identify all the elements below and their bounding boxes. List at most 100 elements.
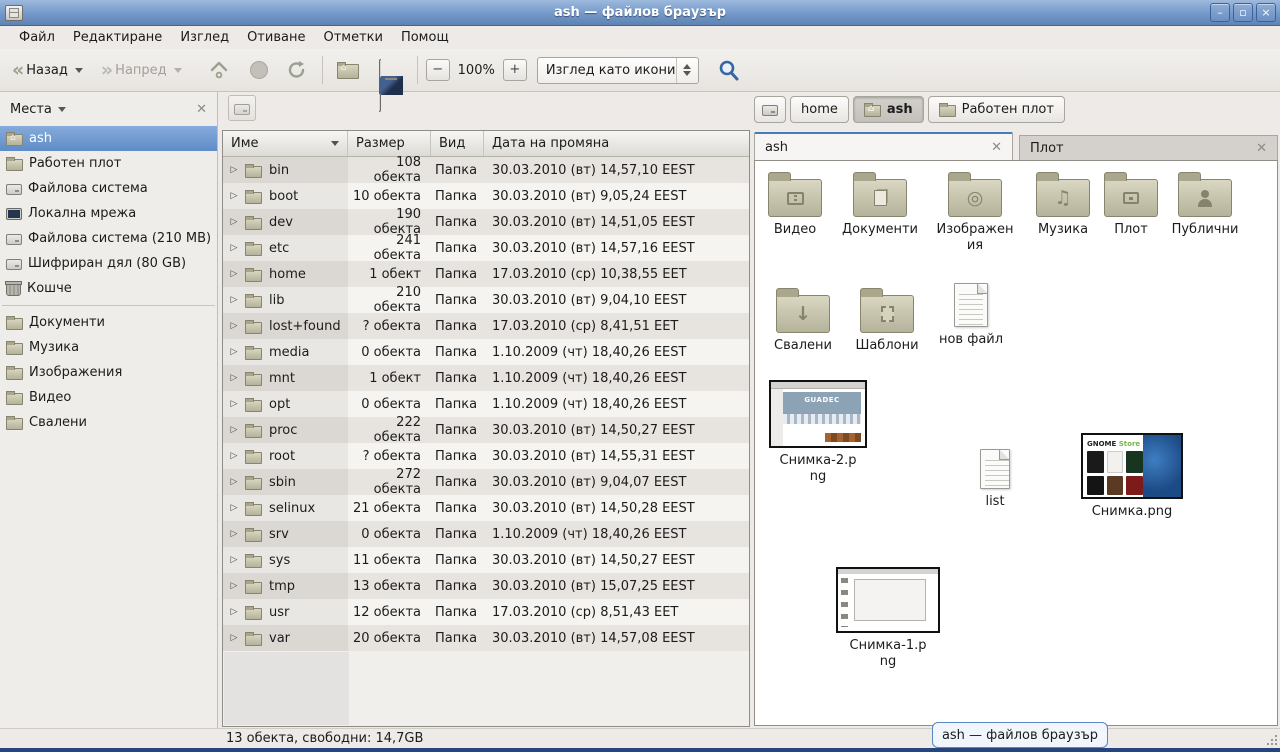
back-dropdown-icon[interactable] [75, 68, 83, 73]
icon-item-snimka[interactable]: GNOME Store Снимка.png [1081, 433, 1183, 520]
sidebar-item-filesystem[interactable]: Файлова система [0, 176, 217, 201]
icon-item-public[interactable]: Публични [1163, 171, 1247, 238]
expander-icon[interactable]: ▷ [223, 373, 245, 383]
icon-item-templates[interactable]: Шаблони [847, 287, 927, 354]
root-button[interactable] [228, 95, 256, 121]
sidebar-close-icon[interactable]: ✕ [196, 102, 207, 117]
icon-item-new-file[interactable]: нов файл [929, 283, 1013, 348]
tab-ash[interactable]: ash ✕ [754, 132, 1013, 160]
menu-item[interactable]: Отиване [238, 28, 314, 47]
table-row[interactable]: ▷ dev 190 обекта Папка 30.03.2010 (вт) 1… [223, 209, 749, 235]
menu-item[interactable]: Файл [10, 28, 64, 47]
close-button[interactable]: × [1256, 3, 1276, 22]
expander-icon[interactable]: ▷ [223, 477, 245, 487]
column-header-size[interactable]: Размер [348, 131, 431, 156]
icon-item-desktop[interactable]: Плот [1099, 171, 1163, 238]
menu-item[interactable]: Отметки [314, 28, 391, 47]
table-row[interactable]: ▷ usr 12 обекта Папка 17.03.2010 (ср) 8,… [223, 599, 749, 625]
table-row[interactable]: ▷ srv 0 обекта Папка 1.10.2009 (чт) 18,4… [223, 521, 749, 547]
tab-close-icon[interactable]: ✕ [1256, 141, 1267, 156]
forward-button[interactable]: » Напред [95, 57, 188, 84]
zoom-in-button[interactable]: + [503, 59, 527, 81]
menu-item[interactable]: Помощ [392, 28, 458, 47]
expander-icon[interactable]: ▷ [223, 191, 245, 201]
expander-icon[interactable]: ▷ [223, 347, 245, 357]
breadcrumb-root-button[interactable] [754, 96, 786, 123]
sidebar-item-network[interactable]: Локална мрежа [0, 201, 217, 226]
table-row[interactable]: ▷ sbin 272 обекта Папка 30.03.2010 (вт) … [223, 469, 749, 495]
expander-icon[interactable]: ▷ [223, 217, 245, 227]
sidebar-item-downloads[interactable]: Свалени [0, 410, 217, 435]
computer-button[interactable] [373, 57, 409, 84]
expander-icon[interactable]: ▷ [223, 425, 245, 435]
table-row[interactable]: ▷ proc 222 обекта Папка 30.03.2010 (вт) … [223, 417, 749, 443]
expander-icon[interactable]: ▷ [223, 399, 245, 409]
sidebar-item-music[interactable]: Музика [0, 335, 217, 360]
table-row[interactable]: ▷ media 0 обекта Папка 1.10.2009 (чт) 18… [223, 339, 749, 365]
taskbar-window-button[interactable]: ash — файлов браузър [932, 722, 1108, 748]
tab-close-icon[interactable]: ✕ [991, 140, 1002, 155]
sidebar-item-documents[interactable]: Документи [0, 310, 217, 335]
up-button[interactable] [202, 55, 236, 85]
column-header-date[interactable]: Дата на промяна [484, 131, 749, 156]
expander-icon[interactable]: ▷ [223, 607, 245, 617]
table-row[interactable]: ▷ tmp 13 обекта Папка 30.03.2010 (вт) 15… [223, 573, 749, 599]
expander-icon[interactable]: ▷ [223, 451, 245, 461]
expander-icon[interactable]: ▷ [223, 529, 245, 539]
table-row[interactable]: ▷ boot 10 обекта Папка 30.03.2010 (вт) 9… [223, 183, 749, 209]
breadcrumb-ash-button[interactable]: ash [853, 96, 924, 123]
expander-icon[interactable]: ▷ [223, 165, 245, 175]
sidebar-item-encrypted-80gb[interactable]: Шифриран дял (80 GB) [0, 251, 217, 276]
expander-icon[interactable]: ▷ [223, 321, 245, 331]
table-row[interactable]: ▷ root ? обекта Папка 30.03.2010 (вт) 14… [223, 443, 749, 469]
breadcrumb-home-button[interactable]: home [790, 96, 849, 123]
search-button[interactable] [711, 54, 747, 86]
reload-button[interactable] [280, 55, 314, 85]
table-row[interactable]: ▷ var 20 обекта Папка 30.03.2010 (вт) 14… [223, 625, 749, 651]
menu-item[interactable]: Изглед [171, 28, 238, 47]
expander-icon[interactable]: ▷ [223, 269, 245, 279]
spinner-arrows-icon[interactable] [676, 58, 698, 83]
column-header-type[interactable]: Вид [431, 131, 484, 156]
table-row[interactable]: ▷ lib 210 обекта Папка 30.03.2010 (вт) 9… [223, 287, 749, 313]
table-row[interactable]: ▷ home 1 обект Папка 17.03.2010 (ср) 10,… [223, 261, 749, 287]
sidebar-item-filesystem-210mb[interactable]: Файлова система (210 MB) [0, 226, 217, 251]
sidebar-item-videos[interactable]: Видео [0, 385, 217, 410]
expander-icon[interactable]: ▷ [223, 633, 245, 643]
icon-item-list[interactable]: list [971, 449, 1019, 510]
expander-icon[interactable]: ▷ [223, 581, 245, 591]
places-selector[interactable]: Места [10, 102, 66, 117]
sidebar-item-pictures[interactable]: Изображения [0, 360, 217, 385]
sidebar-item-desktop[interactable]: Работен плот [0, 151, 217, 176]
icon-item-snimka-2[interactable]: GUADEC Снимка-2.png [769, 380, 867, 486]
table-row[interactable]: ▷ opt 0 обекта Папка 1.10.2009 (чт) 18,4… [223, 391, 749, 417]
sidebar-item-trash[interactable]: Кошче [0, 276, 217, 301]
resize-grip[interactable] [1275, 743, 1277, 745]
minimize-button[interactable]: – [1210, 3, 1230, 22]
expander-icon[interactable]: ▷ [223, 555, 245, 565]
icon-item-downloads[interactable]: ↓ Свалени [761, 287, 845, 354]
tab-plot[interactable]: Плот ✕ [1019, 135, 1278, 160]
icon-item-videos[interactable]: Видео [755, 171, 835, 238]
table-row[interactable]: ▷ bin 108 обекта Папка 30.03.2010 (вт) 1… [223, 157, 749, 183]
sidebar-item-home[interactable]: ash [0, 126, 217, 151]
home-button[interactable] [331, 57, 365, 83]
expander-icon[interactable]: ▷ [223, 503, 245, 513]
table-row[interactable]: ▷ etc 241 обекта Папка 30.03.2010 (вт) 1… [223, 235, 749, 261]
zoom-out-button[interactable]: − [426, 59, 450, 81]
breadcrumb-desktop-button[interactable]: Работен плот [928, 96, 1065, 123]
table-row[interactable]: ▷ lost+found ? обекта Папка 17.03.2010 (… [223, 313, 749, 339]
maximize-button[interactable]: ▫ [1233, 3, 1253, 22]
column-header-name[interactable]: Име [223, 131, 348, 156]
icon-item-pictures[interactable]: ◎ Изображения [935, 171, 1015, 255]
expander-icon[interactable]: ▷ [223, 295, 245, 305]
view-mode-select[interactable]: Изглед като икони [537, 57, 699, 84]
icon-item-documents[interactable]: Документи [837, 171, 923, 238]
expander-icon[interactable]: ▷ [223, 243, 245, 253]
table-row[interactable]: ▷ selinux 21 обекта Папка 30.03.2010 (вт… [223, 495, 749, 521]
back-button[interactable]: « Назад [6, 57, 89, 84]
table-row[interactable]: ▷ sys 11 обекта Папка 30.03.2010 (вт) 14… [223, 547, 749, 573]
table-row[interactable]: ▷ mnt 1 обект Папка 1.10.2009 (чт) 18,40… [223, 365, 749, 391]
menu-item[interactable]: Редактиране [64, 28, 171, 47]
icon-item-snimka-1[interactable]: Снимка-1.png [836, 567, 940, 671]
